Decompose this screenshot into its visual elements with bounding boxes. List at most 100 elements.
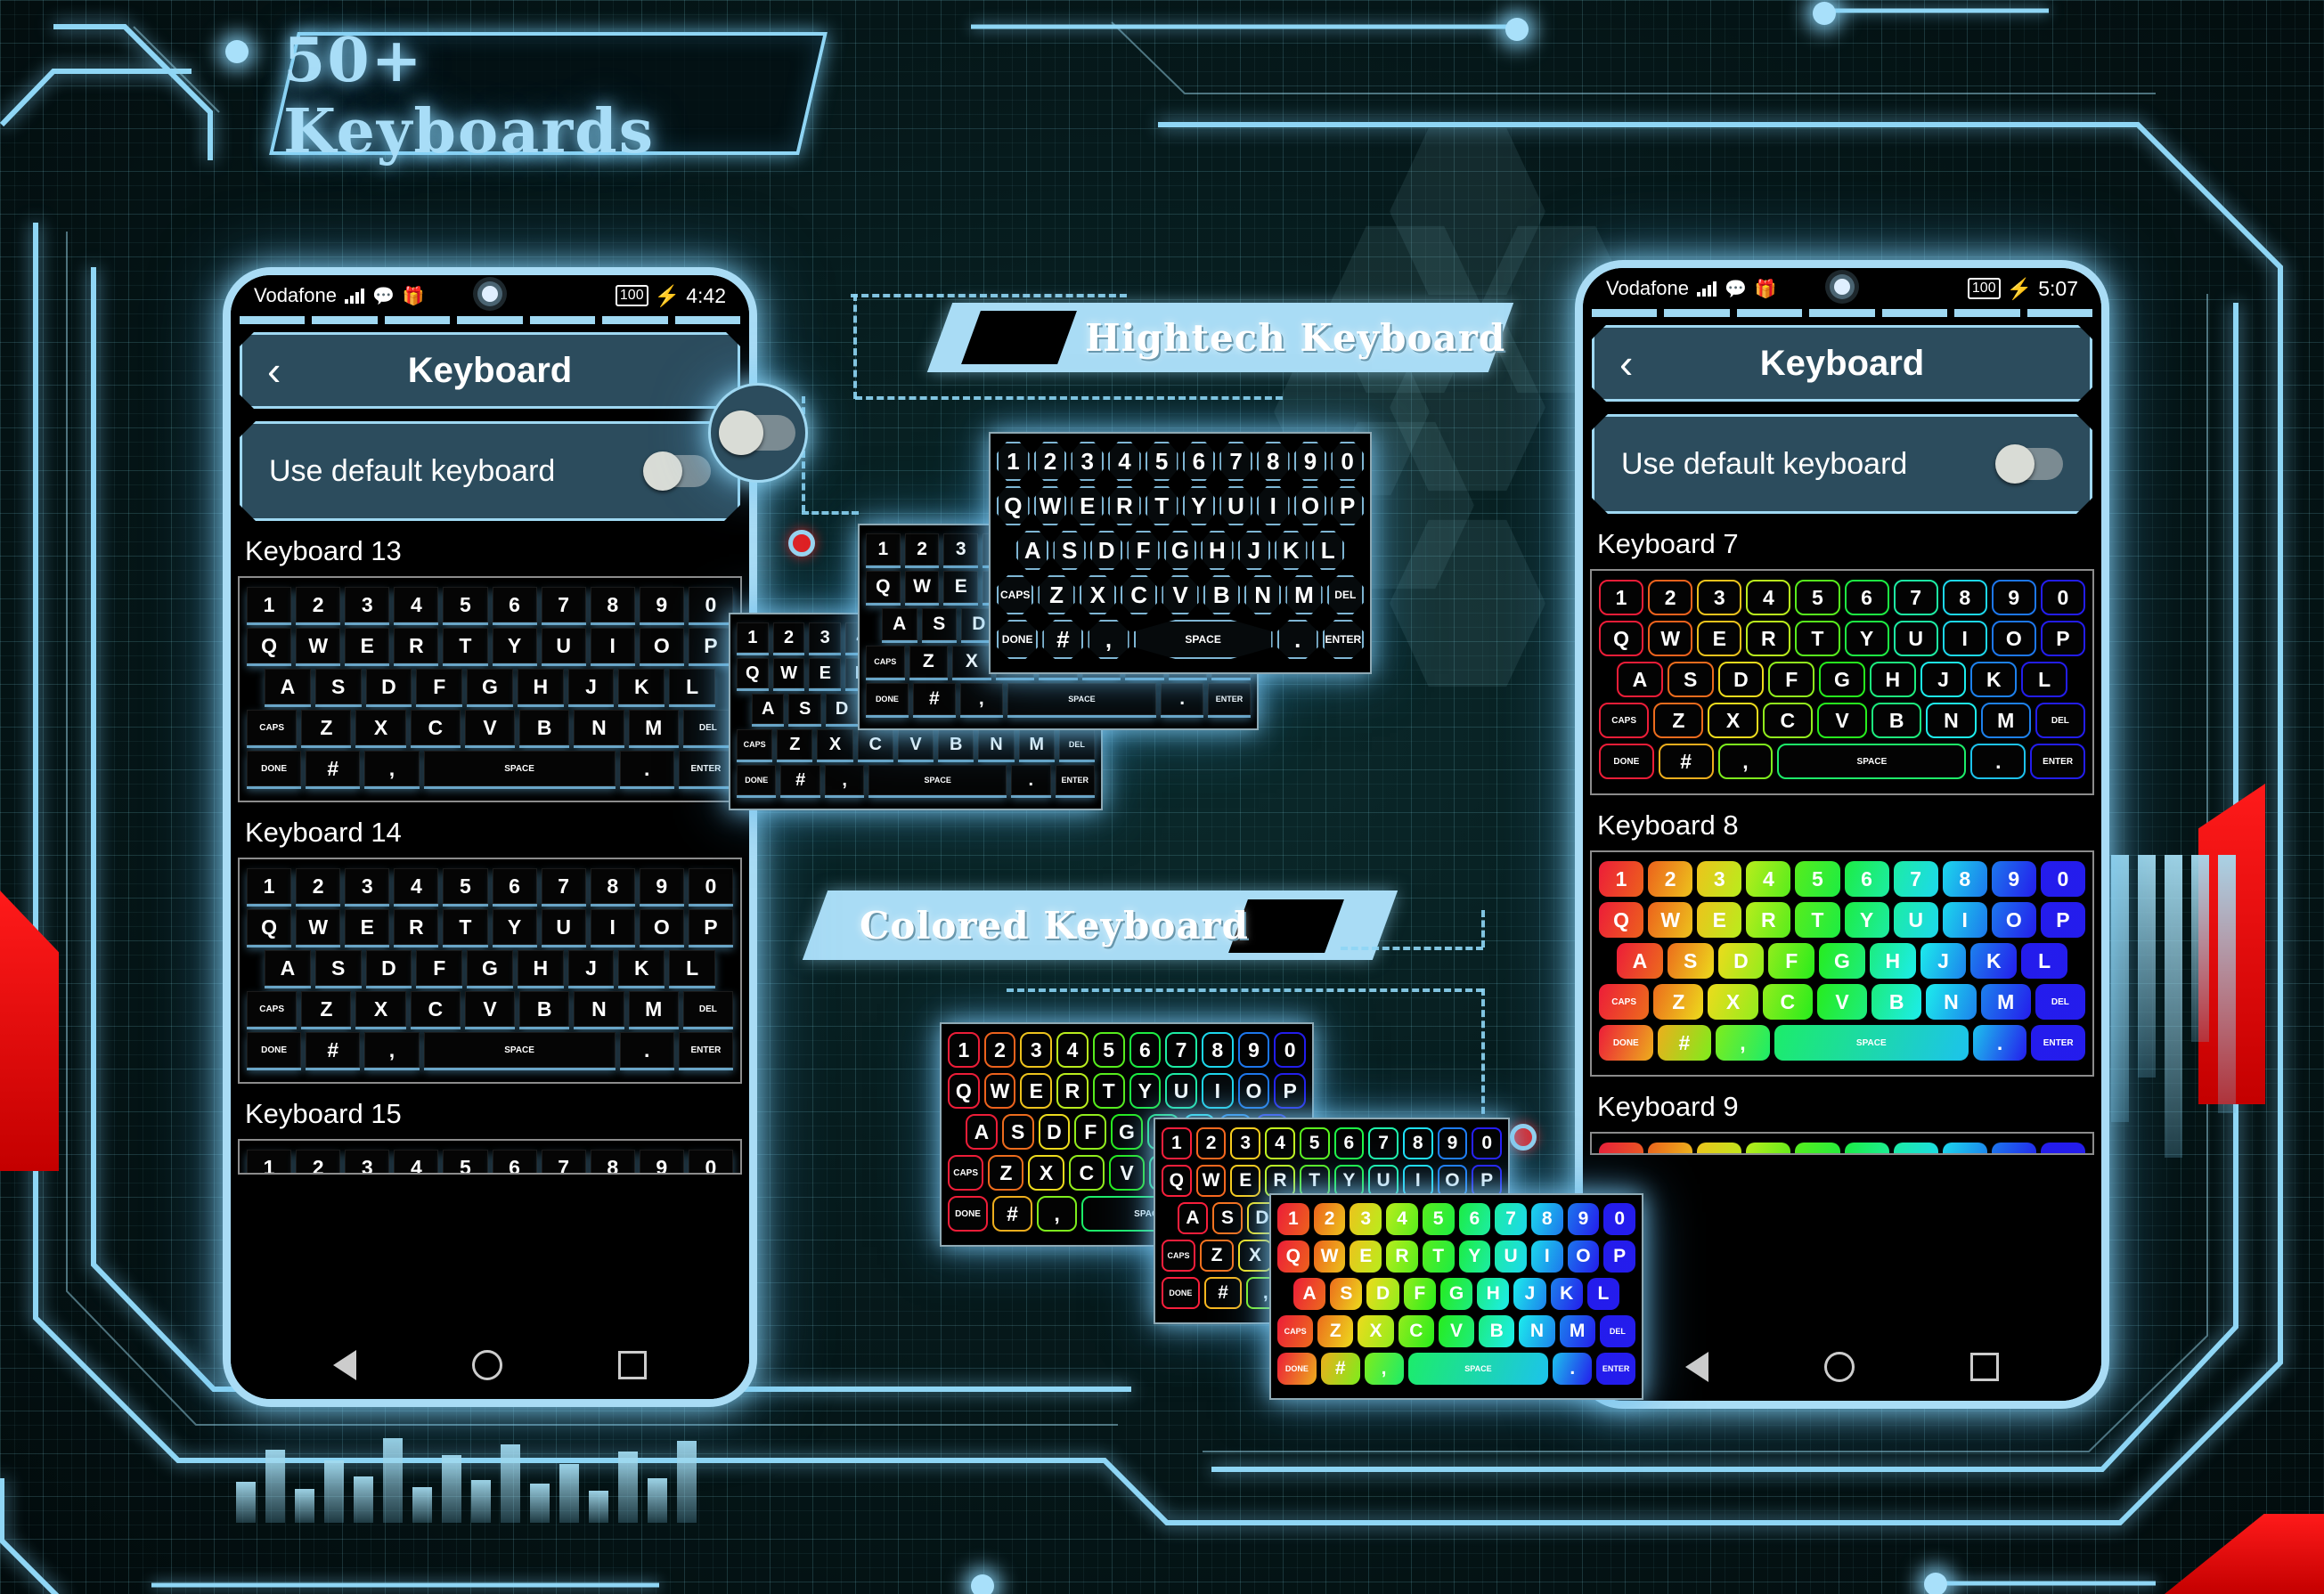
key-4[interactable]: 4	[394, 1150, 439, 1173]
key-x[interactable]: X	[817, 729, 853, 760]
key-o[interactable]: O	[1293, 486, 1327, 525]
key-2[interactable]: 2	[296, 1150, 341, 1173]
key-7[interactable]: 7	[541, 1150, 586, 1173]
key-e[interactable]: E	[1697, 902, 1742, 938]
key-9[interactable]: 9	[1991, 861, 2036, 897]
key-2[interactable]: 2	[296, 868, 341, 904]
key-s[interactable]: S	[314, 950, 362, 986]
key-comma[interactable]: ,	[1364, 1353, 1404, 1385]
back-triangle-icon[interactable]	[1685, 1352, 1708, 1382]
key-period[interactable]: .	[1161, 683, 1204, 715]
key-f[interactable]: F	[1768, 943, 1815, 979]
key-h[interactable]: H	[1477, 1278, 1510, 1310]
key-del[interactable]: DEL	[2035, 984, 2085, 1020]
key-9[interactable]: 9	[1293, 442, 1327, 481]
key-comma[interactable]: ,	[364, 751, 420, 786]
key-q[interactable]: Q	[1599, 621, 1644, 656]
key-u[interactable]: U	[1893, 621, 1938, 656]
key-space[interactable]: SPACE	[1407, 1353, 1549, 1385]
key-e[interactable]: E	[1071, 486, 1105, 525]
key-done[interactable]: DONE	[1162, 1277, 1200, 1309]
key-2[interactable]: 2	[1195, 1127, 1227, 1159]
key-y[interactable]: Y	[1182, 486, 1216, 525]
key-n[interactable]: N	[574, 710, 624, 745]
key-del[interactable]: DEL	[682, 991, 733, 1027]
key-enter[interactable]: ENTER	[2030, 744, 2086, 779]
key-del[interactable]: DEL	[1058, 729, 1095, 760]
key-comma[interactable]: ,	[1717, 744, 1774, 779]
back-icon[interactable]: ‹	[1619, 343, 1633, 384]
key-q[interactable]: Q	[1161, 1165, 1192, 1197]
key-6[interactable]: 6	[492, 868, 537, 904]
key-f[interactable]: F	[1127, 531, 1160, 570]
key-b[interactable]: B	[1871, 703, 1922, 738]
key-space[interactable]: SPACE	[1777, 744, 1967, 779]
keyboard-preview-14[interactable]: 1 2 3 4 5 6 7 8 9 0 Q W E R T Y U I O P A S D F G H J K L CAPS Z X C V B N M…	[238, 858, 742, 1084]
key-5[interactable]: 5	[443, 587, 488, 622]
key-j[interactable]: J	[1920, 662, 1967, 697]
key-d[interactable]: D	[1717, 943, 1765, 979]
key-4[interactable]: 4	[1746, 1143, 1791, 1153]
app-bar-left[interactable]: ‹ Keyboard	[240, 332, 740, 409]
key-space[interactable]: SPACE	[1774, 1025, 1969, 1061]
key-4[interactable]: 4	[394, 587, 439, 622]
key-period[interactable]: .	[619, 751, 674, 786]
key-8[interactable]: 8	[590, 1150, 635, 1173]
key-0[interactable]: 0	[688, 868, 733, 904]
key-3[interactable]: 3	[1071, 442, 1105, 481]
back-triangle-icon[interactable]	[333, 1350, 356, 1380]
key-e[interactable]: E	[1230, 1165, 1261, 1197]
key-space[interactable]: SPACE	[423, 1032, 616, 1068]
key-4[interactable]: 4	[1746, 580, 1791, 615]
key-1[interactable]: 1	[247, 868, 292, 904]
home-circle-icon[interactable]	[472, 1350, 502, 1380]
key-n[interactable]: N	[1244, 575, 1282, 614]
key-done[interactable]: DONE	[1599, 1025, 1653, 1061]
key-p[interactable]: P	[1331, 486, 1365, 525]
key-5[interactable]: 5	[1422, 1203, 1455, 1235]
key-p[interactable]: P	[1603, 1240, 1636, 1273]
key-w[interactable]: W	[1648, 621, 1693, 656]
use-default-keyboard-row[interactable]: Use default keyboard	[1592, 414, 2092, 514]
key-3[interactable]: 3	[345, 868, 390, 904]
key-3[interactable]: 3	[345, 587, 390, 622]
key-a[interactable]: A	[264, 669, 311, 704]
key-d[interactable]: D	[1038, 1114, 1071, 1150]
key-2[interactable]: 2	[1648, 861, 1693, 897]
key-m[interactable]: M	[628, 710, 679, 745]
key-k[interactable]: K	[1970, 943, 2018, 979]
key-z[interactable]: Z	[301, 710, 352, 745]
key-8[interactable]: 8	[590, 587, 635, 622]
key-del[interactable]: DEL	[682, 710, 733, 745]
key-comma[interactable]: ,	[959, 683, 1003, 715]
key-hash[interactable]: #	[1658, 744, 1714, 779]
key-c[interactable]: C	[1762, 703, 1813, 738]
key-v[interactable]: V	[1108, 1155, 1146, 1191]
key-o[interactable]: O	[1991, 902, 2036, 938]
key-i[interactable]: I	[590, 628, 635, 663]
key-q[interactable]: Q	[247, 628, 292, 663]
key-r[interactable]: R	[1746, 621, 1791, 656]
key-s[interactable]: S	[1001, 1114, 1034, 1150]
key-caps[interactable]: CAPS	[1599, 984, 1650, 1020]
key-b[interactable]: B	[519, 710, 570, 745]
key-5[interactable]: 5	[1795, 580, 1840, 615]
key-x[interactable]: X	[355, 710, 406, 745]
key-5[interactable]: 5	[1092, 1032, 1125, 1068]
floating-keyboard-colored-3[interactable]: 1 2 3 4 5 6 7 8 9 0 Q W E R T Y U I O P A S D F G H J K L CAPS Z X C V B N M…	[1269, 1193, 1643, 1400]
key-c[interactable]: C	[410, 991, 461, 1027]
recents-square-icon[interactable]	[1970, 1353, 1999, 1381]
key-p[interactable]: P	[1274, 1073, 1307, 1109]
key-4[interactable]: 4	[1386, 1203, 1418, 1235]
key-c[interactable]: C	[410, 710, 461, 745]
key-t[interactable]: T	[443, 628, 488, 663]
key-g[interactable]: G	[467, 950, 513, 986]
key-g[interactable]: G	[467, 669, 513, 704]
key-f[interactable]: F	[416, 669, 463, 704]
key-9[interactable]: 9	[1991, 1143, 2036, 1153]
key-w[interactable]: W	[296, 909, 341, 945]
recents-square-icon[interactable]	[618, 1351, 647, 1379]
keyboard-preview-15[interactable]: 1234567890QWERTYUIOPASDFGHJKLCAPSZXCVBNM…	[238, 1139, 742, 1175]
key-l[interactable]: L	[1586, 1278, 1619, 1310]
key-0[interactable]: 0	[1603, 1203, 1636, 1235]
